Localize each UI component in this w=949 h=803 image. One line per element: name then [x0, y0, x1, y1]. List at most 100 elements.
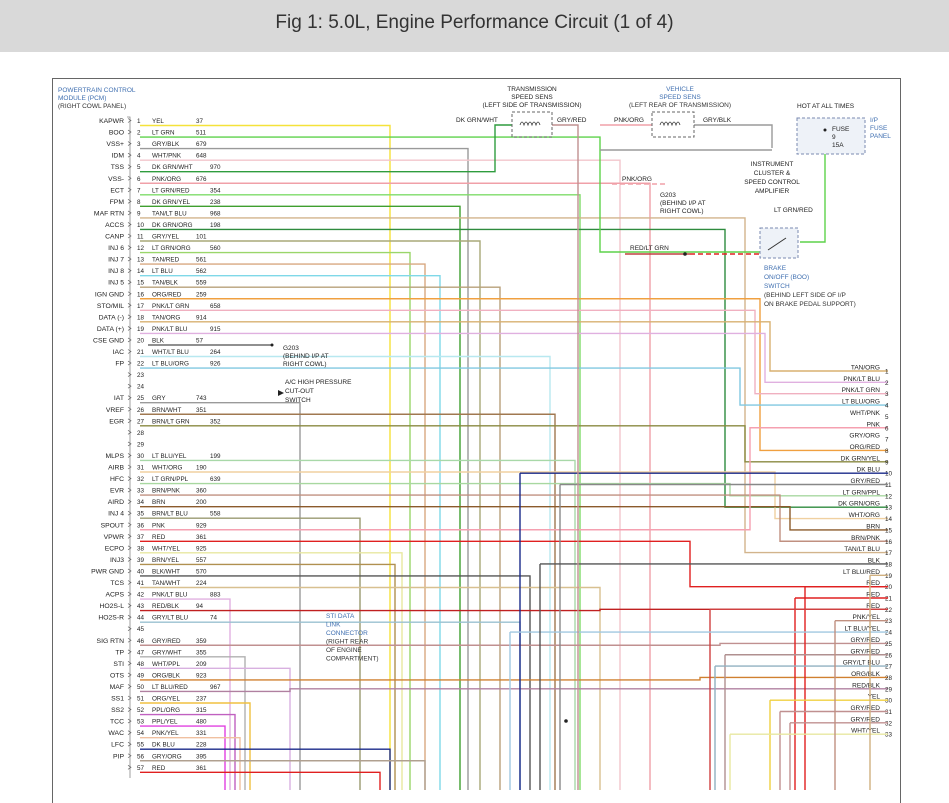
pin-chevron [127, 591, 132, 597]
pcm-wire-circuit: 914 [196, 314, 207, 321]
hot-at-all-times-label: HOT AT ALL TIMES [797, 103, 855, 110]
pcm-wire-color: WHT/ORG [152, 465, 183, 472]
terminal-wire-color: DK GRN/YEL [841, 455, 881, 462]
wire-label: PNK/ORG [622, 176, 652, 183]
pin-chevron [127, 164, 132, 169]
pin-chevron [127, 545, 132, 551]
pin-chevron [127, 152, 132, 158]
pcm-pin-number: 32 [137, 476, 145, 483]
pcm-wire-color: LT GRN/RED [152, 187, 190, 194]
pcm-pin-number: 37 [137, 534, 145, 541]
fuse-label: 15A [832, 142, 844, 149]
g203-label: RIGHT COWL) [660, 208, 704, 215]
pcm-title: (RIGHT COWL PANEL) [58, 103, 126, 110]
pcm-wire [140, 367, 888, 406]
pcm-wire-circuit: 883 [210, 592, 221, 599]
pcm-pin-number: 10 [137, 222, 145, 229]
pcm-pin-number: 8 [137, 199, 141, 206]
pcm-wire [140, 427, 888, 531]
terminal-wire-color: LT BLU/ORG [842, 399, 880, 406]
pcm-pin-function: DATA (-) [99, 314, 124, 321]
pcm-pin-number: 34 [137, 499, 145, 506]
vss-wire [694, 124, 773, 148]
pin-chevron [127, 707, 132, 712]
pcm-pin-function: IGN GND [95, 291, 124, 298]
terminal-wire [729, 733, 888, 790]
terminal-wire-color: ORG/BLK [851, 671, 881, 678]
pin-chevron [127, 222, 132, 227]
terminal-wire-color: GRY/RED [851, 637, 881, 644]
pcm-wire-color: BRN/LT BLU [152, 511, 188, 518]
pcm-connector [127, 116, 131, 778]
terminal-number: 7 [885, 437, 889, 444]
pcm-pin-function: IAT [114, 395, 124, 402]
sti-connector-label: STI DATA [326, 613, 355, 620]
pcm-wire-color: BRN/YEL [152, 557, 179, 564]
pcm-wire-color: BRN/LT GRN [152, 418, 190, 425]
terminal-number: 29 [885, 686, 893, 693]
pcm-pin-function: ACPS [105, 592, 124, 599]
cluster-label: CLUSTER & [754, 170, 791, 177]
pin-chevron [127, 349, 132, 354]
pcm-pin-function: MLPS [105, 453, 124, 460]
boo-label: SWITCH [764, 283, 790, 290]
pin-chevron [127, 672, 132, 678]
terminal-number: 30 [885, 698, 893, 705]
pcm-pin-number: 20 [137, 337, 145, 344]
terminal-number: 11 [885, 482, 892, 489]
tss-label: SPEED SENS [511, 94, 553, 101]
vss-sensor [651, 111, 695, 138]
pcm-pin-number: 24 [137, 384, 145, 391]
fuse-label: FUSE [832, 126, 850, 133]
pin-chevron [127, 360, 132, 366]
terminal-wire-color: WHT/PNK [850, 410, 881, 417]
pcm-wire-circuit: 558 [210, 511, 221, 518]
fuse-panel [796, 117, 866, 155]
terminal-number: 20 [885, 584, 893, 591]
pcm-pin-function: TCC [110, 719, 124, 726]
pcm-wire [140, 332, 888, 384]
pcm-wire-color: LT BLU [152, 268, 173, 275]
pcm-wire-circuit: 351 [196, 407, 207, 414]
pcm-pin-number: 21 [137, 349, 145, 356]
ac-switch-label: CUT-OUT [285, 388, 314, 395]
pin-chevron [127, 753, 132, 759]
terminal-number: 12 [885, 493, 893, 500]
pin-chevron [127, 406, 132, 412]
pcm-pin-number: 9 [137, 210, 141, 217]
pcm-pin-number: 3 [137, 141, 141, 148]
pcm-wire-circuit: 559 [196, 280, 207, 287]
pcm-pin-function: IDM [112, 153, 125, 160]
pcm-wire-circuit: 361 [196, 765, 207, 772]
pcm-wire-circuit: 648 [196, 153, 207, 160]
pcm-wire-circuit: 199 [210, 453, 221, 460]
pcm-wire-circuit: 925 [196, 545, 207, 552]
pcm-pin-function: MAF [110, 684, 124, 691]
ground-point-icon [270, 343, 274, 347]
pcm-wire-circuit: 639 [210, 476, 221, 483]
pcm-pin-number: 19 [137, 326, 145, 333]
pcm-pin-function: EGR [109, 418, 124, 425]
pcm-pin-number: 38 [137, 545, 145, 552]
pcm-pin-number: 47 [137, 649, 145, 656]
pin-chevron [127, 661, 132, 666]
pin-chevron [127, 291, 132, 297]
pcm-pin-number: 7 [137, 187, 141, 194]
pcm-wire-color: PNK/LT BLU [152, 592, 188, 599]
pcm-pin-function: EVR [110, 488, 124, 495]
pcm-wire-circuit: 101 [196, 234, 207, 241]
pcm-pin-number: 6 [137, 176, 141, 183]
wire-label: DK GRN/WHT [456, 117, 498, 124]
wire-label: GRY/RED [557, 117, 587, 124]
terminal-number: 32 [885, 720, 893, 727]
pcm-wire-circuit: 190 [196, 465, 207, 472]
pin-chevron [127, 499, 132, 504]
pcm-wire-circuit: 359 [196, 638, 207, 645]
pin-chevron [127, 175, 132, 181]
pin-chevron [127, 476, 132, 481]
pcm-wire-color: PPL/ORG [152, 707, 180, 714]
terminal-number: 25 [885, 641, 893, 648]
pin-chevron [127, 326, 132, 331]
pcm-wire-circuit: 480 [196, 719, 207, 726]
pcm-wire-color: RED [152, 765, 166, 772]
